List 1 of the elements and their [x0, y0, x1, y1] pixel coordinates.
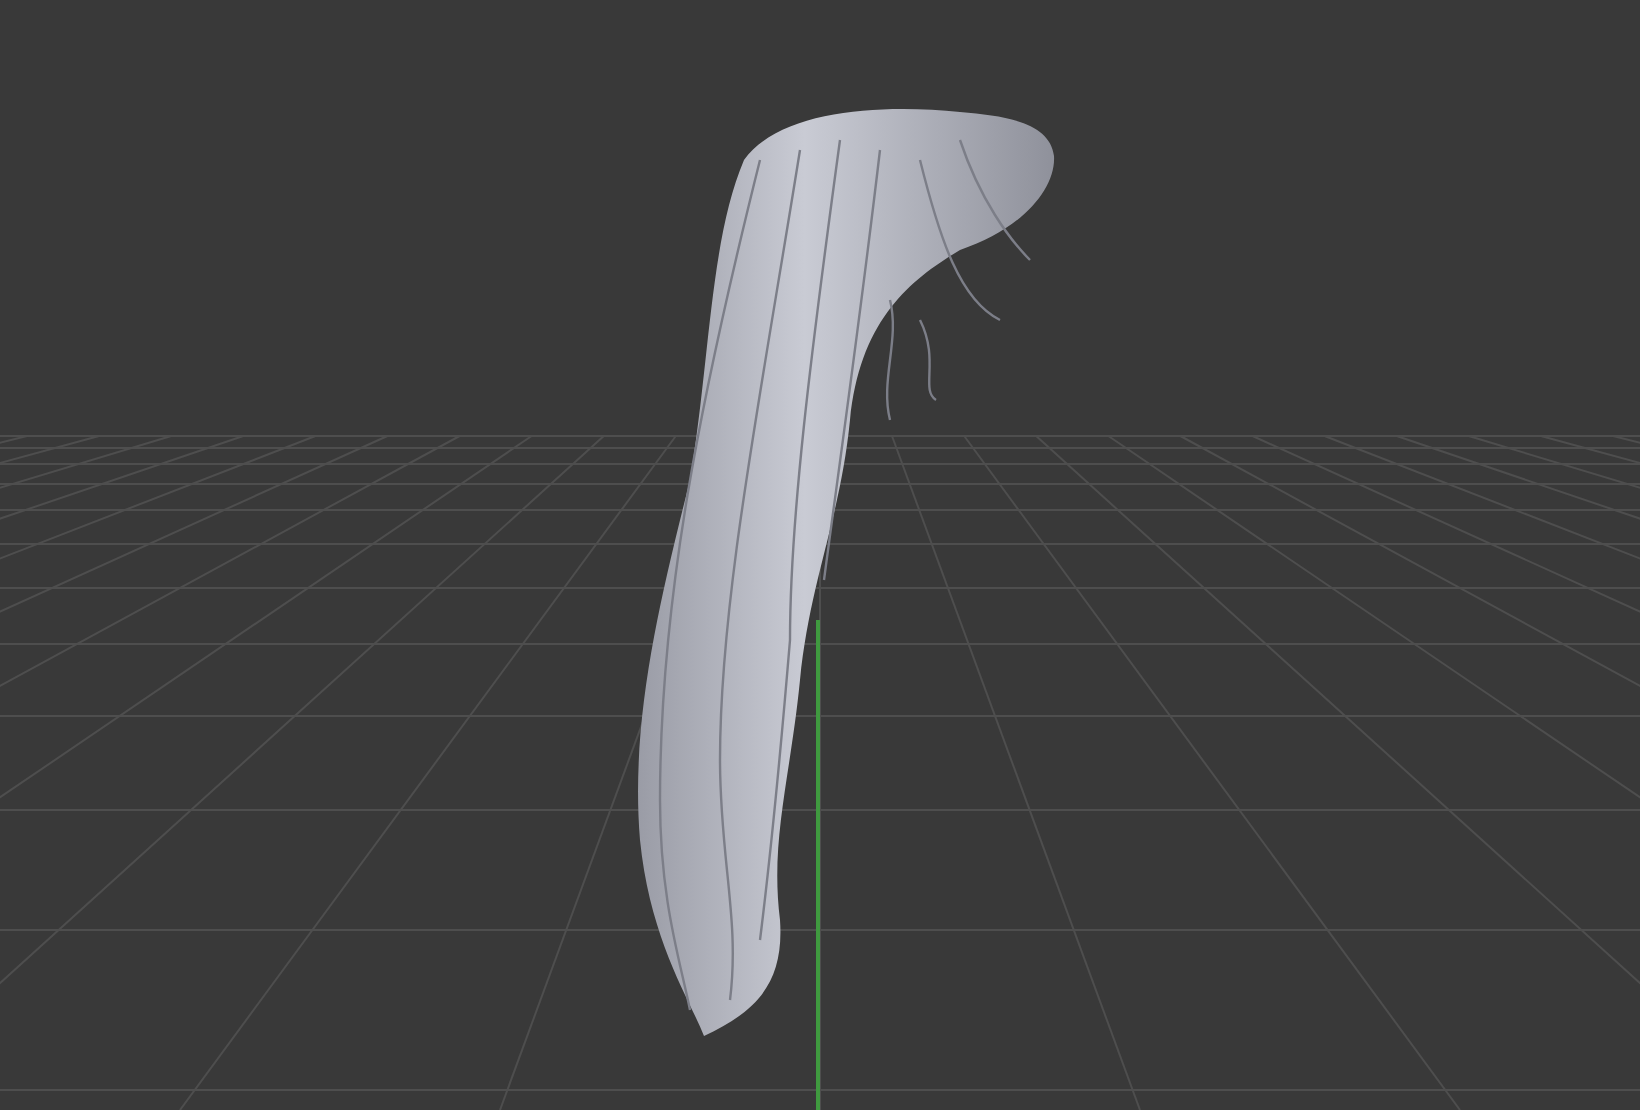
3d-viewport[interactable] — [0, 0, 1640, 1110]
